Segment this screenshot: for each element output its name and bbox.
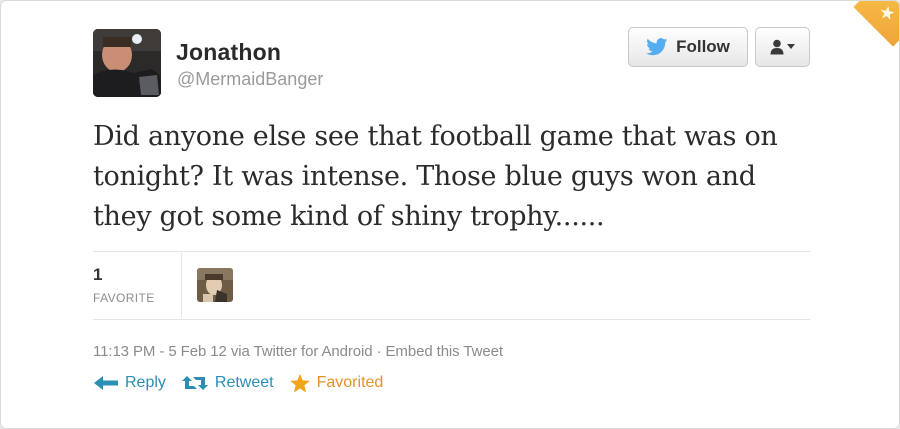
- author-name[interactable]: Jonathon: [176, 39, 281, 66]
- star-icon: [289, 373, 310, 392]
- tweet-metadata: 11:13 PM - 5 Feb 12 via Twitter for Andr…: [93, 343, 503, 360]
- stats-divider-top: [93, 251, 810, 252]
- embed-tweet-link[interactable]: Embed this Tweet: [386, 343, 503, 360]
- author-handle[interactable]: @MermaidBanger: [177, 69, 323, 90]
- tweet-time[interactable]: 11:13 PM: [93, 343, 155, 360]
- tweet-actions: Reply Retweet Favorited: [93, 371, 383, 395]
- twitter-bird-icon: [646, 38, 668, 56]
- favorited-button[interactable]: Favorited: [289, 373, 384, 394]
- stats-divider-vertical: [181, 253, 182, 317]
- favoriter-avatar[interactable]: [197, 268, 233, 302]
- meta-via: via: [226, 343, 254, 360]
- meta-separator: -: [155, 343, 169, 360]
- retweet-button[interactable]: Retweet: [181, 374, 274, 392]
- reply-arrow-icon: [94, 376, 118, 390]
- user-actions-dropdown[interactable]: [755, 27, 810, 67]
- follow-button-label: Follow: [676, 37, 730, 56]
- reply-label: Reply: [125, 374, 166, 391]
- tweet-date[interactable]: 5 Feb 12: [168, 343, 227, 360]
- follow-button[interactable]: Follow: [628, 27, 748, 67]
- favorite-count-label[interactable]: FAVORITE: [93, 291, 155, 305]
- favorited-label: Favorited: [316, 374, 384, 391]
- stats-divider-bottom: [93, 319, 810, 320]
- reply-button[interactable]: Reply: [93, 374, 166, 392]
- user-icon: [770, 39, 784, 55]
- retweet-label: Retweet: [214, 374, 274, 391]
- retweet-icon: [181, 376, 208, 390]
- favorite-count[interactable]: 1: [93, 265, 102, 285]
- chevron-down-icon: [787, 44, 795, 49]
- favorited-star-icon: ★: [877, 1, 897, 26]
- tweet-card: ★ Jonathon @MermaidBanger Follow Did any…: [0, 0, 900, 429]
- tweet-text: Did anyone else see that football game t…: [93, 121, 778, 232]
- tweet-client[interactable]: Twitter for Android: [254, 343, 373, 360]
- meta-dot: ·: [372, 343, 386, 360]
- author-avatar[interactable]: [93, 29, 161, 97]
